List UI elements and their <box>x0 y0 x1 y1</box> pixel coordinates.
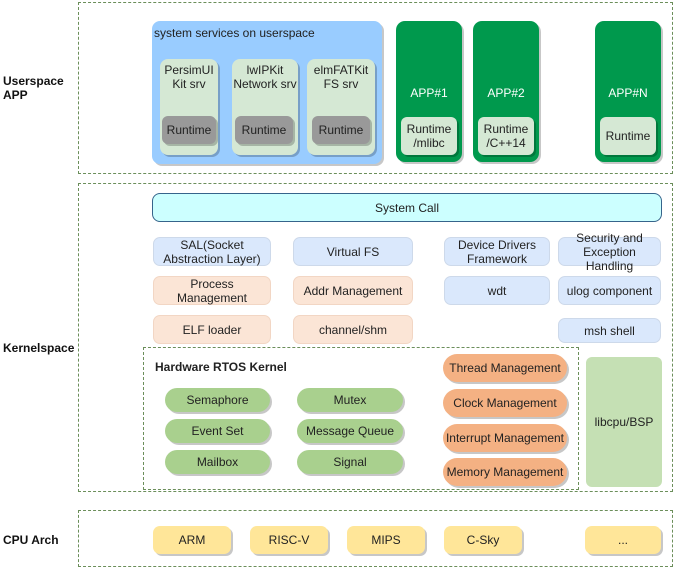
layer-label-userspace: Userspace APP <box>3 74 64 102</box>
channel-shm-box: channel/shm <box>293 315 413 344</box>
thread-management: Thread Management <box>443 354 567 382</box>
arch-mips: MIPS <box>347 526 425 554</box>
device-drivers-line: Device Drivers <box>457 237 536 252</box>
app-runtime-line: /mlibc <box>413 136 445 150</box>
arch-c-sky: C-Sky <box>444 526 522 554</box>
app-runtime: Runtime <box>600 117 656 155</box>
ipc-message-queue: Message Queue <box>297 419 403 443</box>
service-name-line: Network srv <box>233 77 297 91</box>
app-box: APP#2 Runtime /C++14 <box>473 21 539 162</box>
app-runtime-line: Runtime <box>483 122 529 136</box>
app-runtime-line: /C++14 <box>486 136 526 150</box>
service-name: PersimUI Kit srv <box>160 62 218 92</box>
ipc-mutex: Mutex <box>297 388 403 412</box>
process-management-box: Process Management <box>153 276 271 305</box>
app-box: APP#N Runtime <box>595 21 661 162</box>
memory-management: Memory Management <box>443 458 567 486</box>
sal-box: SAL(Socket Abstraction Layer) <box>153 237 271 266</box>
app-box: APP#1 Runtime /mlibc <box>396 21 462 162</box>
service-name-line: elmFATKit <box>313 63 369 77</box>
ipc-event-set: Event Set <box>165 419 270 443</box>
device-drivers-line: Framework <box>466 251 527 266</box>
app-runtime-line: Runtime <box>406 122 452 136</box>
device-drivers-box: Device Drivers Framework <box>444 237 550 266</box>
ipc-mailbox: Mailbox <box>165 450 270 474</box>
msh-shell-box: msh shell <box>558 318 661 343</box>
arch-more: ... <box>585 526 661 554</box>
service-name-line: Kit srv <box>172 77 206 91</box>
security-box: Security and Exception Handling <box>558 231 661 273</box>
security-line: Exception Handling <box>583 244 636 273</box>
layer-label-kernelspace: Kernelspace <box>3 341 75 355</box>
arch-risc-v: RISC-V <box>250 526 328 554</box>
service-name-line: PersimUI <box>164 63 214 77</box>
ipc-semaphore: Semaphore <box>165 388 270 412</box>
service-name-line: lwIPKit <box>246 63 284 77</box>
service-name: elmFATKit FS srv <box>307 62 375 92</box>
layer-label-line: Userspace <box>3 74 64 88</box>
service-name: lwIPKit Network srv <box>232 62 298 92</box>
system-services-title: system services on userspace <box>154 26 315 40</box>
app-runtime: Runtime /C++14 <box>478 117 534 155</box>
service-runtime: Runtime <box>235 116 293 144</box>
app-name: APP#N <box>608 86 648 100</box>
rtos-kernel-title: Hardware RTOS Kernel <box>155 360 287 374</box>
virtual-fs-box: Virtual FS <box>293 237 413 266</box>
layer-label-cpu-arch: CPU Arch <box>3 533 59 547</box>
security-line: Security and <box>576 230 643 245</box>
service-box: elmFATKit FS srv Runtime <box>307 59 375 155</box>
service-name-line: FS srv <box>323 77 359 91</box>
wdt-box: wdt <box>444 276 550 305</box>
arch-arm: ARM <box>153 526 231 554</box>
app-name: APP#2 <box>487 86 525 100</box>
elf-loader-box: ELF loader <box>153 315 271 344</box>
service-box: lwIPKit Network srv Runtime <box>232 59 298 155</box>
clock-management: Clock Management <box>443 389 567 417</box>
ipc-signal: Signal <box>297 450 403 474</box>
service-runtime: Runtime <box>162 116 216 144</box>
system-services-container: system services on userspace PersimUI Ki… <box>152 21 382 164</box>
addr-management-box: Addr Management <box>293 276 413 305</box>
service-runtime: Runtime <box>312 116 370 144</box>
ulog-component-box: ulog component <box>558 276 661 305</box>
libcpu-bsp-box: libcpu/BSP <box>586 357 662 487</box>
layer-label-line: APP <box>3 88 28 102</box>
sal-line: Abstraction Layer) <box>163 251 261 266</box>
interrupt-management: Interrupt Management <box>443 424 567 452</box>
system-call-bar: System Call <box>152 193 662 222</box>
sal-line: SAL(Socket <box>180 237 244 252</box>
app-name: APP#1 <box>410 86 448 100</box>
app-runtime: Runtime /mlibc <box>401 117 457 155</box>
service-box: PersimUI Kit srv Runtime <box>160 59 218 155</box>
